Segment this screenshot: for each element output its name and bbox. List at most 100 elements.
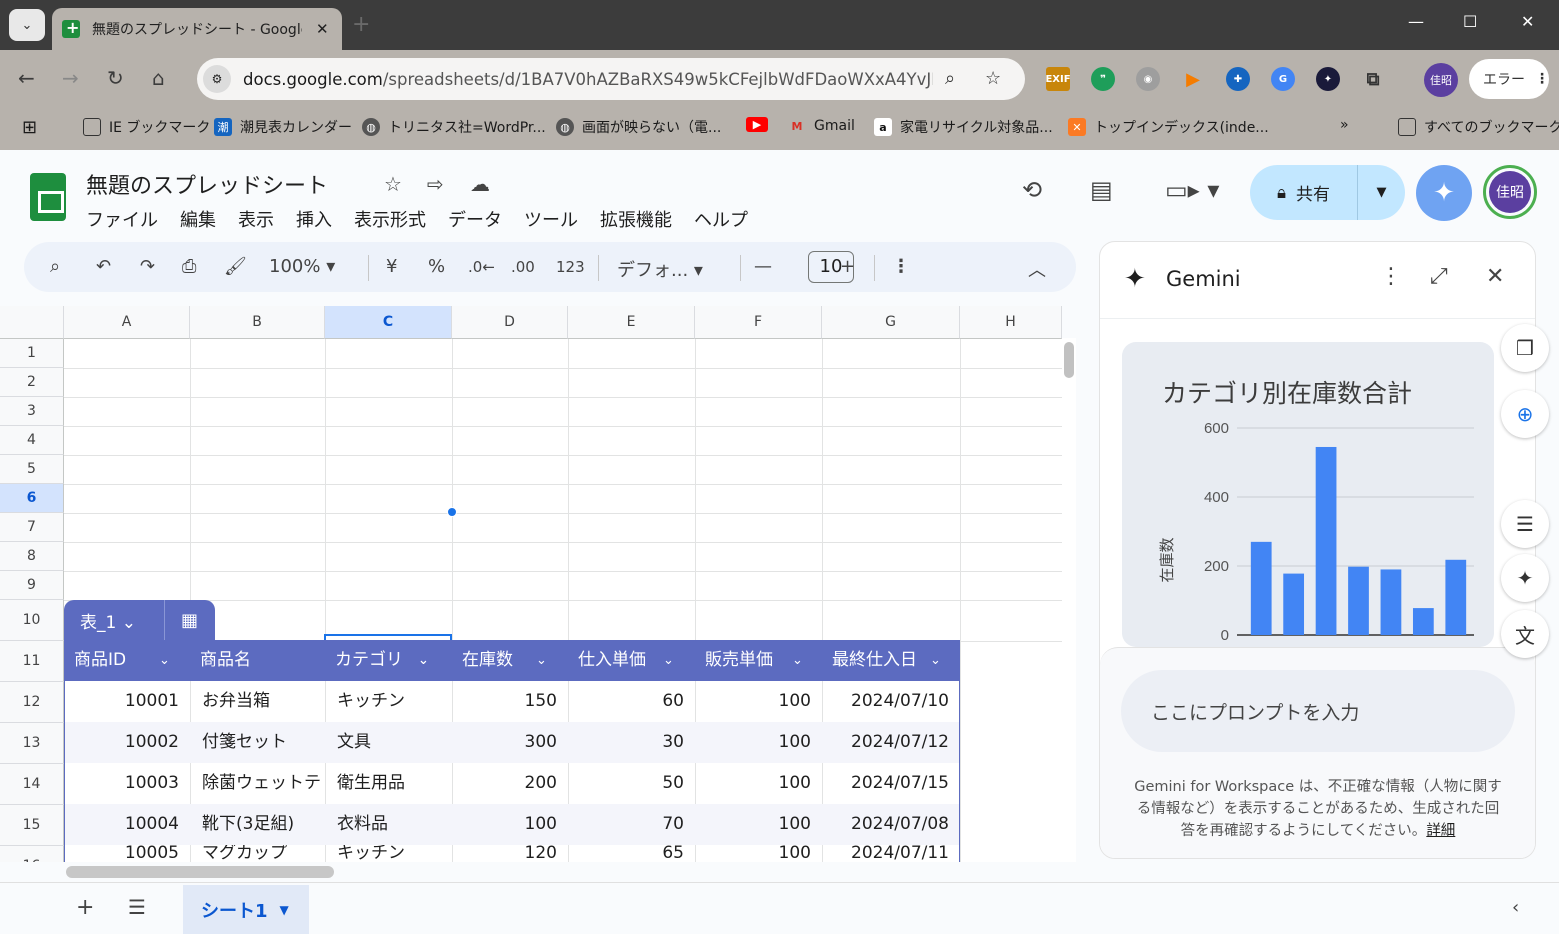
table-header-cell[interactable]: 商品ID ⌄ (64, 640, 190, 681)
table-cell[interactable]: 70 (569, 804, 684, 845)
percent-format-button[interactable]: % (428, 256, 445, 277)
tab-close-icon[interactable]: ✕ (316, 20, 329, 38)
apps-grid-icon[interactable]: ⊞ (22, 117, 37, 138)
account-avatar[interactable]: 佳昭 (1483, 165, 1537, 219)
notes-icon[interactable]: ☰ (1501, 500, 1549, 548)
book-icon[interactable]: ❒ (1501, 324, 1549, 372)
exif-extension-icon[interactable]: EXIF (1045, 67, 1071, 91)
bookmark-item[interactable]: ◍ トリニタス社=WordPr... (362, 117, 546, 137)
increase-decimal-button[interactable]: .00 (511, 258, 535, 276)
bookmark-item[interactable]: a 家電リサイクル対象品... (874, 117, 1053, 137)
table-cell[interactable]: 10002 (65, 722, 179, 763)
meet-icon[interactable]: ▭▸ ▾ (1165, 176, 1219, 204)
row-header-14[interactable]: 14 (0, 764, 64, 805)
table-cell[interactable]: 150 (453, 681, 557, 722)
table-cell[interactable]: 靴下(3足組) (202, 804, 326, 845)
play-extension-icon[interactable]: ▶ (1181, 67, 1205, 91)
bookmark-item[interactable]: ✕ トップインデックス(inde... (1068, 117, 1269, 137)
table-cell[interactable]: 100 (696, 845, 811, 862)
table-cell[interactable]: 2024/07/11 (823, 845, 949, 862)
column-header-e[interactable]: E (568, 306, 695, 339)
font-select[interactable]: デフォ... ▾ (617, 256, 703, 282)
column-filter-icon[interactable]: ⌄ (792, 640, 803, 681)
column-header-h[interactable]: H (960, 306, 1062, 339)
more-bookmarks-icon[interactable]: » (1340, 117, 1349, 133)
row-header-10[interactable]: 10 (0, 600, 64, 641)
menu-insert[interactable]: 挿入 (296, 206, 332, 232)
share-main[interactable]: 🔒︎ 共有 (1250, 165, 1358, 220)
row-header-4[interactable]: 4 (0, 426, 64, 455)
table-header-cell[interactable]: 仕入単価 ⌄ (568, 640, 695, 681)
column-header-d[interactable]: D (452, 306, 568, 339)
menu-edit[interactable]: 編集 (180, 206, 216, 232)
gemini-more-icon[interactable]: ⋮ (1380, 264, 1402, 289)
row-header-1[interactable]: 1 (0, 339, 64, 368)
table-cell[interactable]: 衣料品 (337, 804, 453, 845)
version-history-icon[interactable]: ⟲ (1022, 176, 1042, 204)
row-header-11[interactable]: 11 (0, 641, 64, 682)
address-bar[interactable]: ⚙ docs.google.com/spreadsheets/d/1BA7V0h… (197, 58, 1025, 100)
translate-icon[interactable]: 文 (1501, 610, 1549, 658)
decrease-decimal-button[interactable]: .0← (468, 258, 495, 276)
row-header-15[interactable]: 15 (0, 805, 64, 846)
bookmark-item[interactable]: ▶ (746, 117, 776, 132)
row-header-6[interactable]: 6 (0, 484, 64, 513)
table-cell[interactable]: 100 (696, 763, 811, 804)
extensions-puzzle-icon[interactable]: ⧉ (1361, 67, 1385, 91)
row-header-13[interactable]: 13 (0, 723, 64, 764)
bookmark-item[interactable]: 潮潮見表カレンダー (214, 117, 352, 137)
redo-icon[interactable]: ↷ (140, 256, 155, 277)
minimize-icon[interactable]: — (1408, 12, 1424, 31)
zoom-select[interactable]: 100% ▾ (269, 256, 335, 277)
comments-icon[interactable]: ▤ (1090, 176, 1113, 204)
browser-tab-active[interactable]: 無題のスプレッドシート - Google ス ✕ (52, 8, 342, 50)
column-filter-icon[interactable]: ⌄ (418, 640, 429, 681)
paint-format-icon[interactable]: 🖌︎ (224, 256, 247, 277)
menu-tools[interactable]: ツール (524, 206, 578, 232)
translate-extension-icon[interactable]: G (1271, 67, 1295, 91)
table-header-cell[interactable]: 商品名 ⌄ (190, 640, 429, 681)
cloud-status-icon[interactable]: ☁ (470, 172, 490, 196)
site-info-icon[interactable]: ⚙ (203, 65, 231, 93)
zoom-icon[interactable]: ⌕ (945, 68, 955, 89)
menu-extensions[interactable]: 拡張機能 (600, 206, 672, 232)
table-header-cell[interactable]: カテゴリ ⌄ (325, 640, 452, 681)
table-cell[interactable]: 2024/07/15 (823, 763, 949, 804)
error-menu-button[interactable]: エラー ⋮ (1469, 59, 1549, 99)
add-sheet-icon[interactable]: + (76, 895, 94, 920)
menu-data[interactable]: データ (448, 206, 502, 232)
font-size-increase-icon[interactable]: + (840, 256, 855, 277)
game-extension-icon[interactable]: ✚ (1226, 67, 1250, 91)
table-cell[interactable]: 100 (696, 722, 811, 763)
move-folder-icon[interactable]: ⇨ (427, 172, 444, 196)
row-header-3[interactable]: 3 (0, 397, 64, 426)
table-name[interactable]: 表_1 ⌄ (64, 608, 164, 633)
fill-handle[interactable] (447, 507, 457, 517)
table-cell[interactable]: 2024/07/12 (823, 722, 949, 763)
gemini-close-icon[interactable]: ✕ (1486, 264, 1504, 289)
table-cell[interactable]: 10005 (65, 845, 179, 862)
chart-card[interactable]: カテゴリ別在庫数合計 在庫数 0 200 400 600 (1122, 342, 1494, 647)
table-name-tab[interactable]: 表_1 ⌄ ▦ (64, 600, 215, 640)
expand-icon[interactable]: ⤢ (1430, 264, 1448, 289)
column-filter-icon[interactable]: ⌄ (663, 640, 674, 681)
menu-file[interactable]: ファイル (86, 206, 158, 232)
new-tab-icon[interactable]: + (352, 12, 370, 37)
maximize-icon[interactable]: ☐ (1463, 12, 1477, 31)
column-header-f[interactable]: F (695, 306, 822, 339)
bookmark-star-icon[interactable]: ☆ (985, 68, 1001, 89)
prompt-input[interactable]: ここにプロンプトを入力 (1121, 670, 1515, 752)
font-size-decrease-icon[interactable]: — (754, 256, 772, 277)
undo-icon[interactable]: ↶ (96, 256, 111, 277)
home-icon[interactable]: ⌂ (152, 66, 165, 90)
table-cell[interactable]: 30 (569, 722, 684, 763)
table-cell[interactable]: 120 (453, 845, 557, 862)
number-format-button[interactable]: 123 (556, 258, 585, 276)
share-dropdown-icon[interactable]: ▼ (1358, 185, 1405, 200)
table-cell[interactable]: 10003 (65, 763, 179, 804)
forward-icon[interactable]: → (62, 66, 79, 90)
bookmark-item[interactable]: すべてのブックマーク (1398, 117, 1559, 137)
column-header-g[interactable]: G (822, 306, 960, 339)
table-cell[interactable]: キッチン (337, 681, 453, 722)
column-filter-icon[interactable]: ⌄ (536, 640, 547, 681)
